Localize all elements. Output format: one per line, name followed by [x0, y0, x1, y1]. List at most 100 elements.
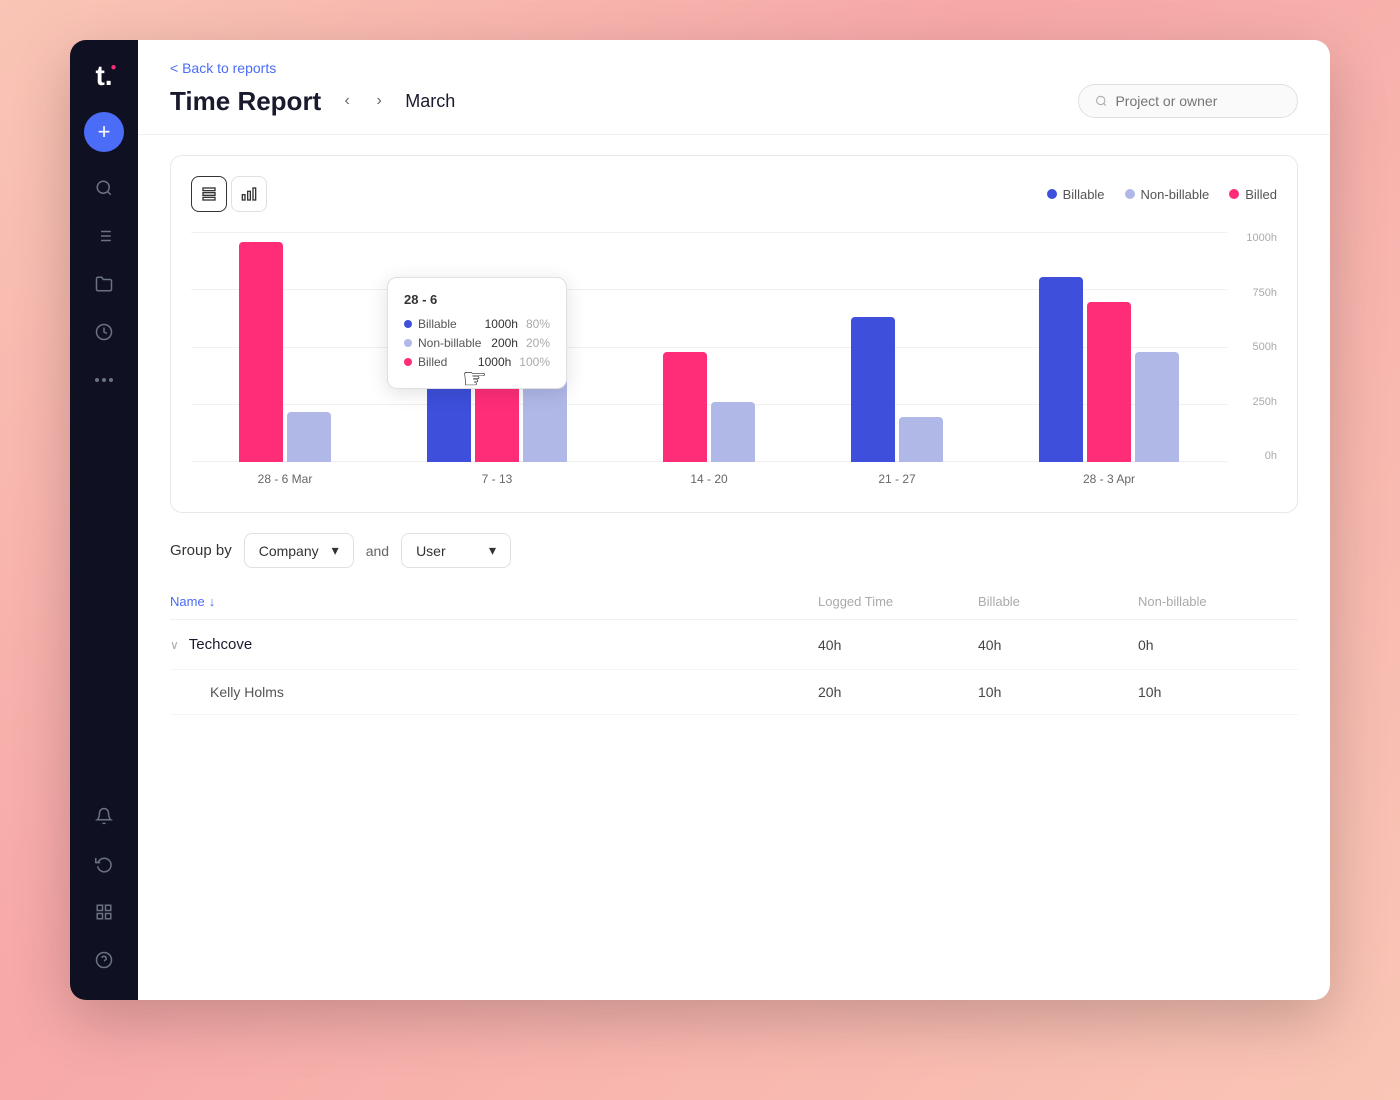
- app-logo: t.●: [95, 60, 112, 92]
- history-icon[interactable]: [84, 844, 124, 884]
- bar-group-5: 28 - 3 Apr: [1039, 277, 1179, 462]
- bar-billed-1[interactable]: [239, 242, 283, 462]
- next-month-button[interactable]: ›: [365, 87, 393, 115]
- table-row-user: Kelly Holms 20h 10h 10h: [170, 670, 1298, 715]
- back-to-reports-link[interactable]: < Back to reports: [170, 60, 276, 76]
- bar-group-2: 28 - 6 Billable 1000h 80%: [427, 297, 567, 462]
- sidebar: t.● +: [70, 40, 138, 1000]
- header: < Back to reports Time Report ‹ › March: [138, 40, 1330, 135]
- month-label: March: [405, 91, 455, 112]
- group-by-section: Group by Company ▾ and User ▾: [138, 533, 1330, 568]
- bar-label-2: 7 - 13: [482, 472, 513, 486]
- user-billable: 10h: [978, 684, 1138, 700]
- bar-group-4: 21 - 27: [851, 317, 943, 462]
- bar-non-billable-5[interactable]: [1135, 352, 1179, 462]
- tooltip-row-billed: Billed 1000h 100%: [404, 355, 550, 369]
- tooltip-billable-dot: [404, 320, 412, 328]
- tasks-icon[interactable]: [84, 216, 124, 256]
- tooltip-row-non-billable: Non-billable 200h 20%: [404, 336, 550, 350]
- company-logged-time: 40h: [818, 637, 978, 653]
- user-non-billable: 10h: [1138, 684, 1298, 700]
- col-logged-time: Logged Time: [818, 594, 978, 609]
- bar-group-3: 14 - 20: [663, 352, 755, 462]
- bar-non-billable-3[interactable]: [711, 402, 755, 462]
- bar-group-4-bars: [851, 317, 943, 462]
- y-label-750: 750h: [1253, 287, 1277, 299]
- group-by-company-select[interactable]: Company ▾: [244, 533, 354, 568]
- bar-non-billable-4[interactable]: [899, 417, 943, 462]
- folder-icon[interactable]: [84, 264, 124, 304]
- bar-group-3-bars: [663, 352, 755, 462]
- timer-icon[interactable]: [84, 312, 124, 352]
- legend-billed: Billed: [1229, 187, 1277, 202]
- bar-label-3: 14 - 20: [690, 472, 727, 486]
- table-header: Name ↓ Logged Time Billable Non-billable: [170, 584, 1298, 620]
- search-input[interactable]: [1115, 93, 1281, 109]
- company-non-billable: 0h: [1138, 637, 1298, 653]
- col-name[interactable]: Name ↓: [170, 594, 818, 609]
- bar-view-button[interactable]: [231, 176, 267, 212]
- header-row: Time Report ‹ › March: [170, 84, 1298, 118]
- col-non-billable: Non-billable: [1138, 594, 1298, 609]
- search-icon[interactable]: [84, 168, 124, 208]
- non-billable-dot: [1125, 189, 1135, 199]
- legend-non-billable: Non-billable: [1125, 187, 1210, 202]
- company-name-cell[interactable]: ∨ Techcove: [170, 636, 818, 653]
- bar-label-5: 28 - 3 Apr: [1083, 472, 1135, 486]
- bell-icon[interactable]: [84, 796, 124, 836]
- chart-area: 28 - 6 Mar 28 - 6: [191, 232, 1277, 492]
- more-icon[interactable]: [84, 360, 124, 400]
- y-label-1000: 1000h: [1246, 232, 1277, 244]
- group-by-label: Group by: [170, 542, 232, 559]
- expand-icon[interactable]: ∨: [170, 638, 179, 652]
- legend-billable: Billable: [1047, 187, 1105, 202]
- company-billable: 40h: [978, 637, 1138, 653]
- page-title: Time Report: [170, 86, 321, 117]
- billable-dot: [1047, 189, 1057, 199]
- bar-billable-5[interactable]: [1039, 277, 1083, 462]
- and-label: and: [366, 543, 389, 559]
- tooltip-title: 28 - 6: [404, 292, 550, 307]
- grid-icon[interactable]: [84, 892, 124, 932]
- tooltip-non-billable-dot: [404, 339, 412, 347]
- prev-month-button[interactable]: ‹: [333, 87, 361, 115]
- table-section: Name ↓ Logged Time Billable Non-billable…: [138, 584, 1330, 1000]
- app-container: t.● +: [70, 40, 1330, 1000]
- chart-legend: Billable Non-billable Billed: [1047, 187, 1277, 202]
- user-name-cell: Kelly Holms: [210, 684, 818, 700]
- tooltip-row-billable: Billable 1000h 80%: [404, 317, 550, 331]
- bar-group-1-bars: [239, 242, 331, 462]
- user-logged-time: 20h: [818, 684, 978, 700]
- col-billable: Billable: [978, 594, 1138, 609]
- bar-group-1: 28 - 6 Mar: [239, 242, 331, 462]
- help-icon[interactable]: [84, 940, 124, 980]
- chart-section: Billable Non-billable Billed: [170, 155, 1298, 513]
- search-box[interactable]: [1078, 84, 1298, 118]
- y-label-250: 250h: [1253, 396, 1277, 408]
- group-by-user-select[interactable]: User ▾: [401, 533, 511, 568]
- bar-billable-4[interactable]: [851, 317, 895, 462]
- chart-y-labels: 1000h 750h 500h 250h 0h: [1227, 232, 1277, 462]
- y-label-0: 0h: [1265, 450, 1277, 462]
- table-view-button[interactable]: [191, 176, 227, 212]
- main-content: < Back to reports Time Report ‹ › March: [138, 40, 1330, 1000]
- bar-non-billable-1[interactable]: [287, 412, 331, 462]
- chart-tooltip: 28 - 6 Billable 1000h 80%: [387, 277, 567, 389]
- header-left: Time Report ‹ › March: [170, 86, 455, 117]
- bar-label-1: 28 - 6 Mar: [258, 472, 313, 486]
- table-row-company: ∨ Techcove 40h 40h 0h: [170, 620, 1298, 670]
- bar-billed-3[interactable]: [663, 352, 707, 462]
- bar-group-5-bars: [1039, 277, 1179, 462]
- chart-view-toggle: [191, 176, 267, 212]
- search-icon: [1095, 94, 1107, 108]
- chart-bars-container: 28 - 6 Mar 28 - 6: [191, 232, 1227, 462]
- tooltip-billed-dot: [404, 358, 412, 366]
- bar-billed-5[interactable]: [1087, 302, 1131, 462]
- month-nav: ‹ ›: [333, 87, 393, 115]
- add-button[interactable]: +: [84, 112, 124, 152]
- chart-toolbar: Billable Non-billable Billed: [191, 176, 1277, 212]
- bar-billed-2[interactable]: [475, 382, 519, 462]
- y-label-500: 500h: [1253, 341, 1277, 353]
- billed-dot: [1229, 189, 1239, 199]
- bar-label-4: 21 - 27: [878, 472, 915, 486]
